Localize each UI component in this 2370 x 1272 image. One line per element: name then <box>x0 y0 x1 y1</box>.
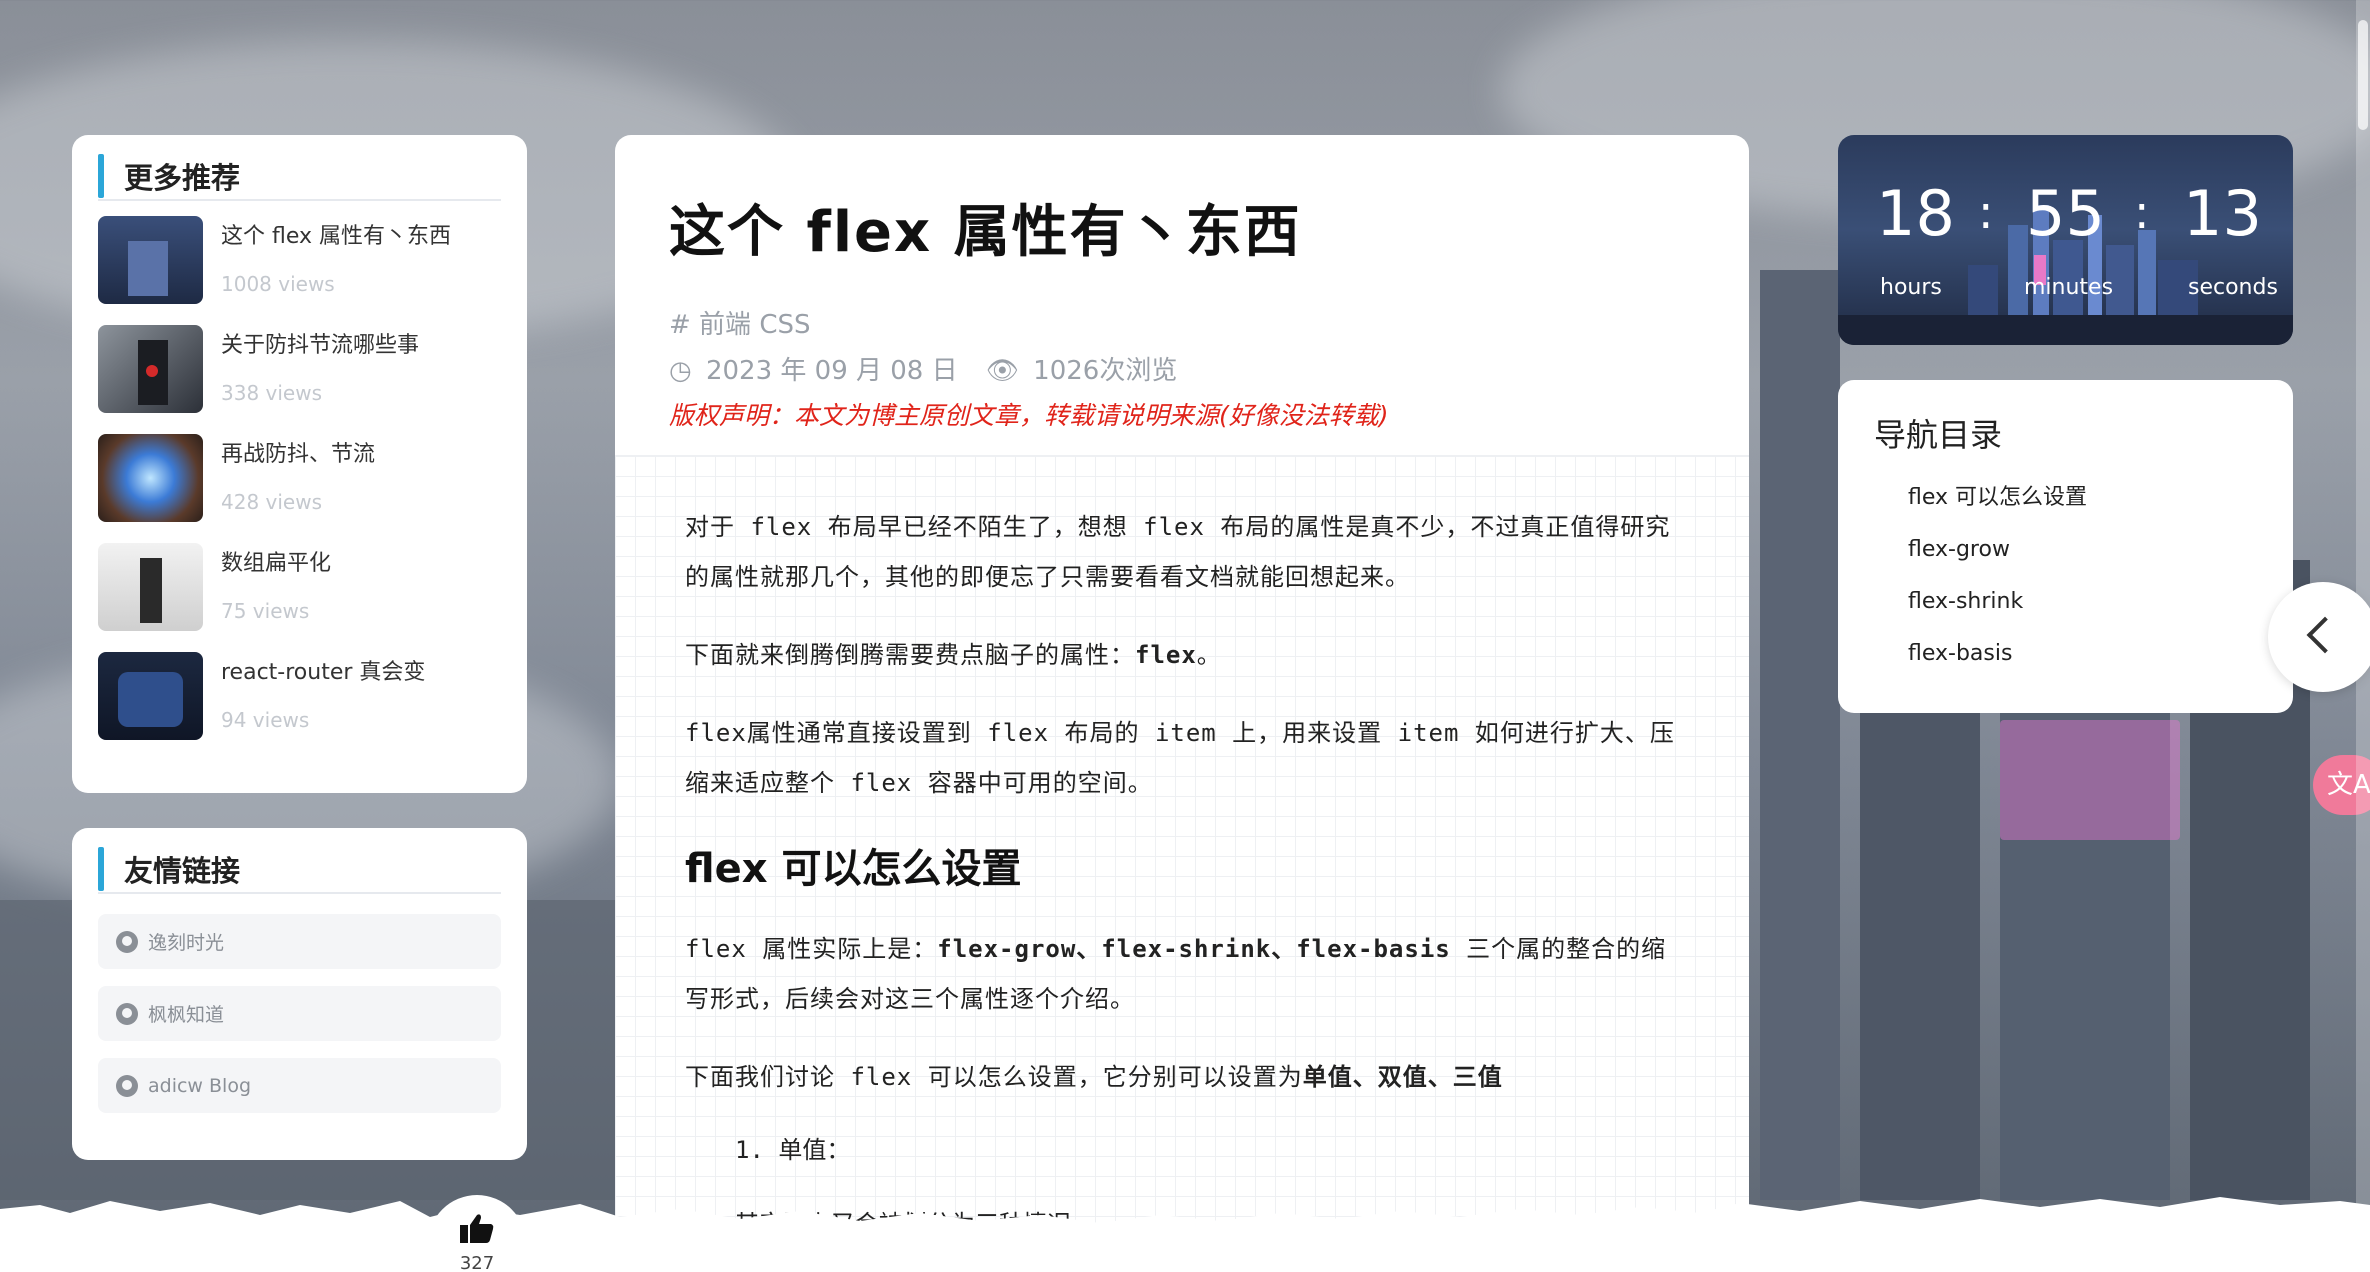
sidebar-toggle-button[interactable] <box>2268 582 2370 692</box>
recommend-title: 更多推荐 <box>124 161 241 195</box>
friends-title: 友情链接 <box>124 854 241 888</box>
article-header: 这个 flex 属性有丶东西 # 前端 CSS ◷ 2023 年 09 月 08… <box>615 135 1749 455</box>
copyright-notice: 版权声明：本文为博主原创文章，转载请说明来源(好像没法转载) <box>669 401 1389 430</box>
recommend-item-views: 338 views <box>221 381 323 405</box>
recommend-item-views: 94 views <box>221 708 310 732</box>
section-heading: flex 可以怎么设置 <box>685 846 1022 892</box>
article-title: 这个 flex 属性有丶东西 <box>669 200 1302 265</box>
paragraph: flex属性通常直接设置到 flex 布局的 item 上，用来设置 item … <box>685 719 1675 797</box>
clock-widget: 18 : 55 : 13 hours minutes seconds <box>1838 135 2293 345</box>
thumbnail-image[interactable] <box>98 543 203 631</box>
paragraph: flex 属性实际上是：flex-grow、flex-shrink、flex-b… <box>685 935 1667 1013</box>
recommend-item-views: 75 views <box>221 599 310 623</box>
clock-minutes: 55 <box>2026 177 2105 250</box>
thumbnail-image[interactable] <box>98 652 203 740</box>
torn-paper-edge <box>0 1197 2370 1272</box>
clock-icon: ◷ <box>669 356 692 386</box>
recommend-item-title[interactable]: 关于防抖节流哪些事 <box>221 327 419 359</box>
recommend-item-views: 1008 views <box>221 272 335 296</box>
chevron-left-icon <box>2306 616 2344 654</box>
recommend-item[interactable]: 关于防抖节流哪些事 338 views <box>98 325 501 434</box>
article-date: 2023 年 09 月 08 日 <box>705 356 958 386</box>
github-icon <box>116 1002 138 1025</box>
friend-link-list: 逸刻时光 枫枫知道 adicw Blog <box>98 914 501 1113</box>
like-count: 327 <box>459 1253 495 1272</box>
clock-hours: 18 <box>1876 177 1955 250</box>
friend-link-label[interactable]: 枫枫知道 <box>148 1000 224 1027</box>
clock-seconds-label: seconds <box>2188 275 2278 300</box>
friend-link[interactable]: adicw Blog <box>98 1058 501 1113</box>
friend-link-label[interactable]: adicw Blog <box>148 1075 251 1097</box>
recommend-header: 更多推荐 <box>98 154 501 201</box>
accent-bar <box>98 154 104 198</box>
friend-links-panel: 友情链接 逸刻时光 枫枫知道 adicw Blog <box>72 828 527 1160</box>
toc-item[interactable]: flex-basis <box>1874 628 2257 680</box>
friends-header: 友情链接 <box>98 847 501 894</box>
thumbnail-image[interactable] <box>98 216 203 304</box>
clock-minutes-label: minutes <box>2024 275 2114 300</box>
recommend-item-title[interactable]: 数组扁平化 <box>221 545 331 577</box>
recommend-item-title[interactable]: 这个 flex 属性有丶东西 <box>221 218 451 250</box>
article-meta: # 前端 CSS ◷ 2023 年 09 月 08 日 👁 1026次浏览 <box>669 302 1695 394</box>
friend-link[interactable]: 枫枫知道 <box>98 986 501 1041</box>
paragraph: 对于 flex 布局早已经不陌生了，想想 flex 布局的属性是真不少，不过真正… <box>685 513 1671 591</box>
paragraph: 下面我们讨论 flex 可以怎么设置，它分别可以设置为单值、双值、三值 <box>685 1063 1503 1091</box>
recommend-item[interactable]: 这个 flex 属性有丶东西 1008 views <box>98 216 501 325</box>
thumbnail-image[interactable] <box>98 434 203 522</box>
paragraph: 下面就来倒腾倒腾需要费点脑子的属性：flex。 <box>685 641 1222 669</box>
recommend-item-views: 428 views <box>221 490 323 514</box>
toc-title: 导航目录 <box>1874 416 2003 454</box>
article-body: 对于 flex 布局早已经不陌生了，想想 flex 布局的属性是真不少，不过真正… <box>615 455 1749 1272</box>
toc-panel: 导航目录 flex 可以怎么设置 flex-grow flex-shrink f… <box>1838 380 2293 713</box>
article-tags[interactable]: # 前端 CSS <box>669 302 1695 348</box>
toc-item[interactable]: flex-shrink <box>1874 576 2257 628</box>
clock-colon: : <box>1978 185 1994 239</box>
clock-hours-label: hours <box>1880 275 1942 300</box>
toc-item[interactable]: flex-grow <box>1874 524 2257 576</box>
recommend-list: 这个 flex 属性有丶东西 1008 views 关于防抖节流哪些事 338 … <box>98 216 501 761</box>
recommend-panel: 更多推荐 这个 flex 属性有丶东西 1008 views 关于防抖节流哪些事… <box>72 135 527 793</box>
recommend-item[interactable]: 数组扁平化 75 views <box>98 543 501 652</box>
thumbnail-image[interactable] <box>98 325 203 413</box>
accent-bar <box>98 847 104 891</box>
friend-link-label[interactable]: 逸刻时光 <box>148 928 224 955</box>
eye-icon: 👁 <box>985 356 1019 386</box>
friend-link[interactable]: 逸刻时光 <box>98 914 501 969</box>
scrollbar-track[interactable] <box>2356 0 2370 1272</box>
thumbs-up-icon <box>460 1214 494 1243</box>
recommend-item-title[interactable]: react-router 真会变 <box>221 654 425 686</box>
list-item: 1. 单值： <box>735 1136 851 1164</box>
recommend-item-title[interactable]: 再战防抖、节流 <box>221 436 375 468</box>
recommend-item[interactable]: 再战防抖、节流 428 views <box>98 434 501 543</box>
article-views: 1026次浏览 <box>1033 356 1178 386</box>
scrollbar-thumb[interactable] <box>2358 20 2368 130</box>
github-icon <box>116 930 138 953</box>
clock-colon: : <box>2134 185 2150 239</box>
article-card: 这个 flex 属性有丶东西 # 前端 CSS ◷ 2023 年 09 月 08… <box>615 135 1749 1272</box>
clock-seconds: 13 <box>2183 177 2262 250</box>
toc-item[interactable]: flex 可以怎么设置 <box>1874 472 2257 524</box>
recommend-item[interactable]: react-router 真会变 94 views <box>98 652 501 761</box>
github-icon <box>116 1074 138 1097</box>
